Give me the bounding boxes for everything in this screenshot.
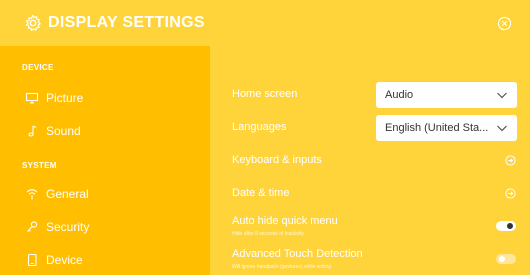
sidebar-item-sound[interactable]: Sound [0, 116, 210, 146]
gear-icon [25, 14, 41, 32]
chevron-down-icon [497, 92, 507, 99]
sidebar-item-label: General [46, 187, 89, 201]
sidebar-item-label: Sound [46, 124, 81, 138]
home-screen-select[interactable]: Audio [376, 82, 517, 108]
setting-sublabel: Hide after 8 seconds of inactivity [232, 231, 304, 237]
section-title-device: DEVICE [22, 63, 54, 72]
select-value: Audio [385, 89, 414, 101]
setting-row-home-screen: Home screen Audio [210, 81, 530, 109]
monitor-icon [25, 92, 39, 104]
setting-row-date-time[interactable]: Date & time [210, 180, 530, 208]
sidebar: DEVICE Picture Sound SYSTEM General Secu… [0, 46, 210, 275]
key-icon [27, 221, 38, 232]
setting-label: Languages [232, 121, 287, 133]
sidebar-item-general[interactable]: General [0, 179, 210, 209]
setting-label: Home screen [232, 88, 298, 100]
phone-icon [27, 253, 37, 267]
settings-panel: Home screen Audio Languages English (Uni… [210, 46, 530, 275]
setting-row-languages: Languages English (United Sta... [210, 114, 530, 142]
setting-label: Auto hide quick menu [232, 215, 338, 227]
sidebar-item-security[interactable]: Security [0, 212, 210, 242]
sidebar-item-label: Device [46, 253, 83, 267]
toggle-knob [507, 223, 513, 229]
wifi-icon [26, 189, 38, 200]
setting-label: Date & time [232, 187, 290, 199]
setting-row-touch-detection: Advanced Touch Detection Will ignore han… [210, 245, 530, 275]
sidebar-item-device[interactable]: Device [0, 245, 210, 275]
setting-row-keyboard[interactable]: Keyboard & inputs [210, 147, 530, 175]
sidebar-item-label: Security [46, 220, 90, 234]
toggle-knob [499, 256, 505, 262]
setting-row-auto-hide: Auto hide quick menu Hide after 8 second… [210, 212, 530, 242]
sidebar-item-label: Picture [46, 91, 84, 105]
touch-detection-toggle[interactable] [496, 254, 516, 264]
arrow-right-circle-icon[interactable] [505, 188, 516, 199]
page-title: DISPLAY SETTINGS [48, 14, 205, 31]
languages-select[interactable]: English (United Sta... [376, 115, 517, 141]
setting-sublabel: Will ignore handpalm (gestures) while wr… [232, 264, 332, 270]
section-title-system: SYSTEM [22, 161, 57, 170]
setting-label: Keyboard & inputs [232, 154, 322, 166]
music-note-icon [28, 125, 37, 137]
header-bar: DISPLAY SETTINGS [0, 0, 530, 46]
close-icon[interactable] [497, 16, 512, 31]
setting-label: Advanced Touch Detection [232, 248, 363, 260]
arrow-right-circle-icon[interactable] [505, 155, 516, 166]
sidebar-item-picture[interactable]: Picture [0, 83, 210, 113]
chevron-down-icon [497, 125, 507, 132]
auto-hide-toggle[interactable] [496, 221, 516, 231]
select-value: English (United Sta... [385, 122, 489, 134]
